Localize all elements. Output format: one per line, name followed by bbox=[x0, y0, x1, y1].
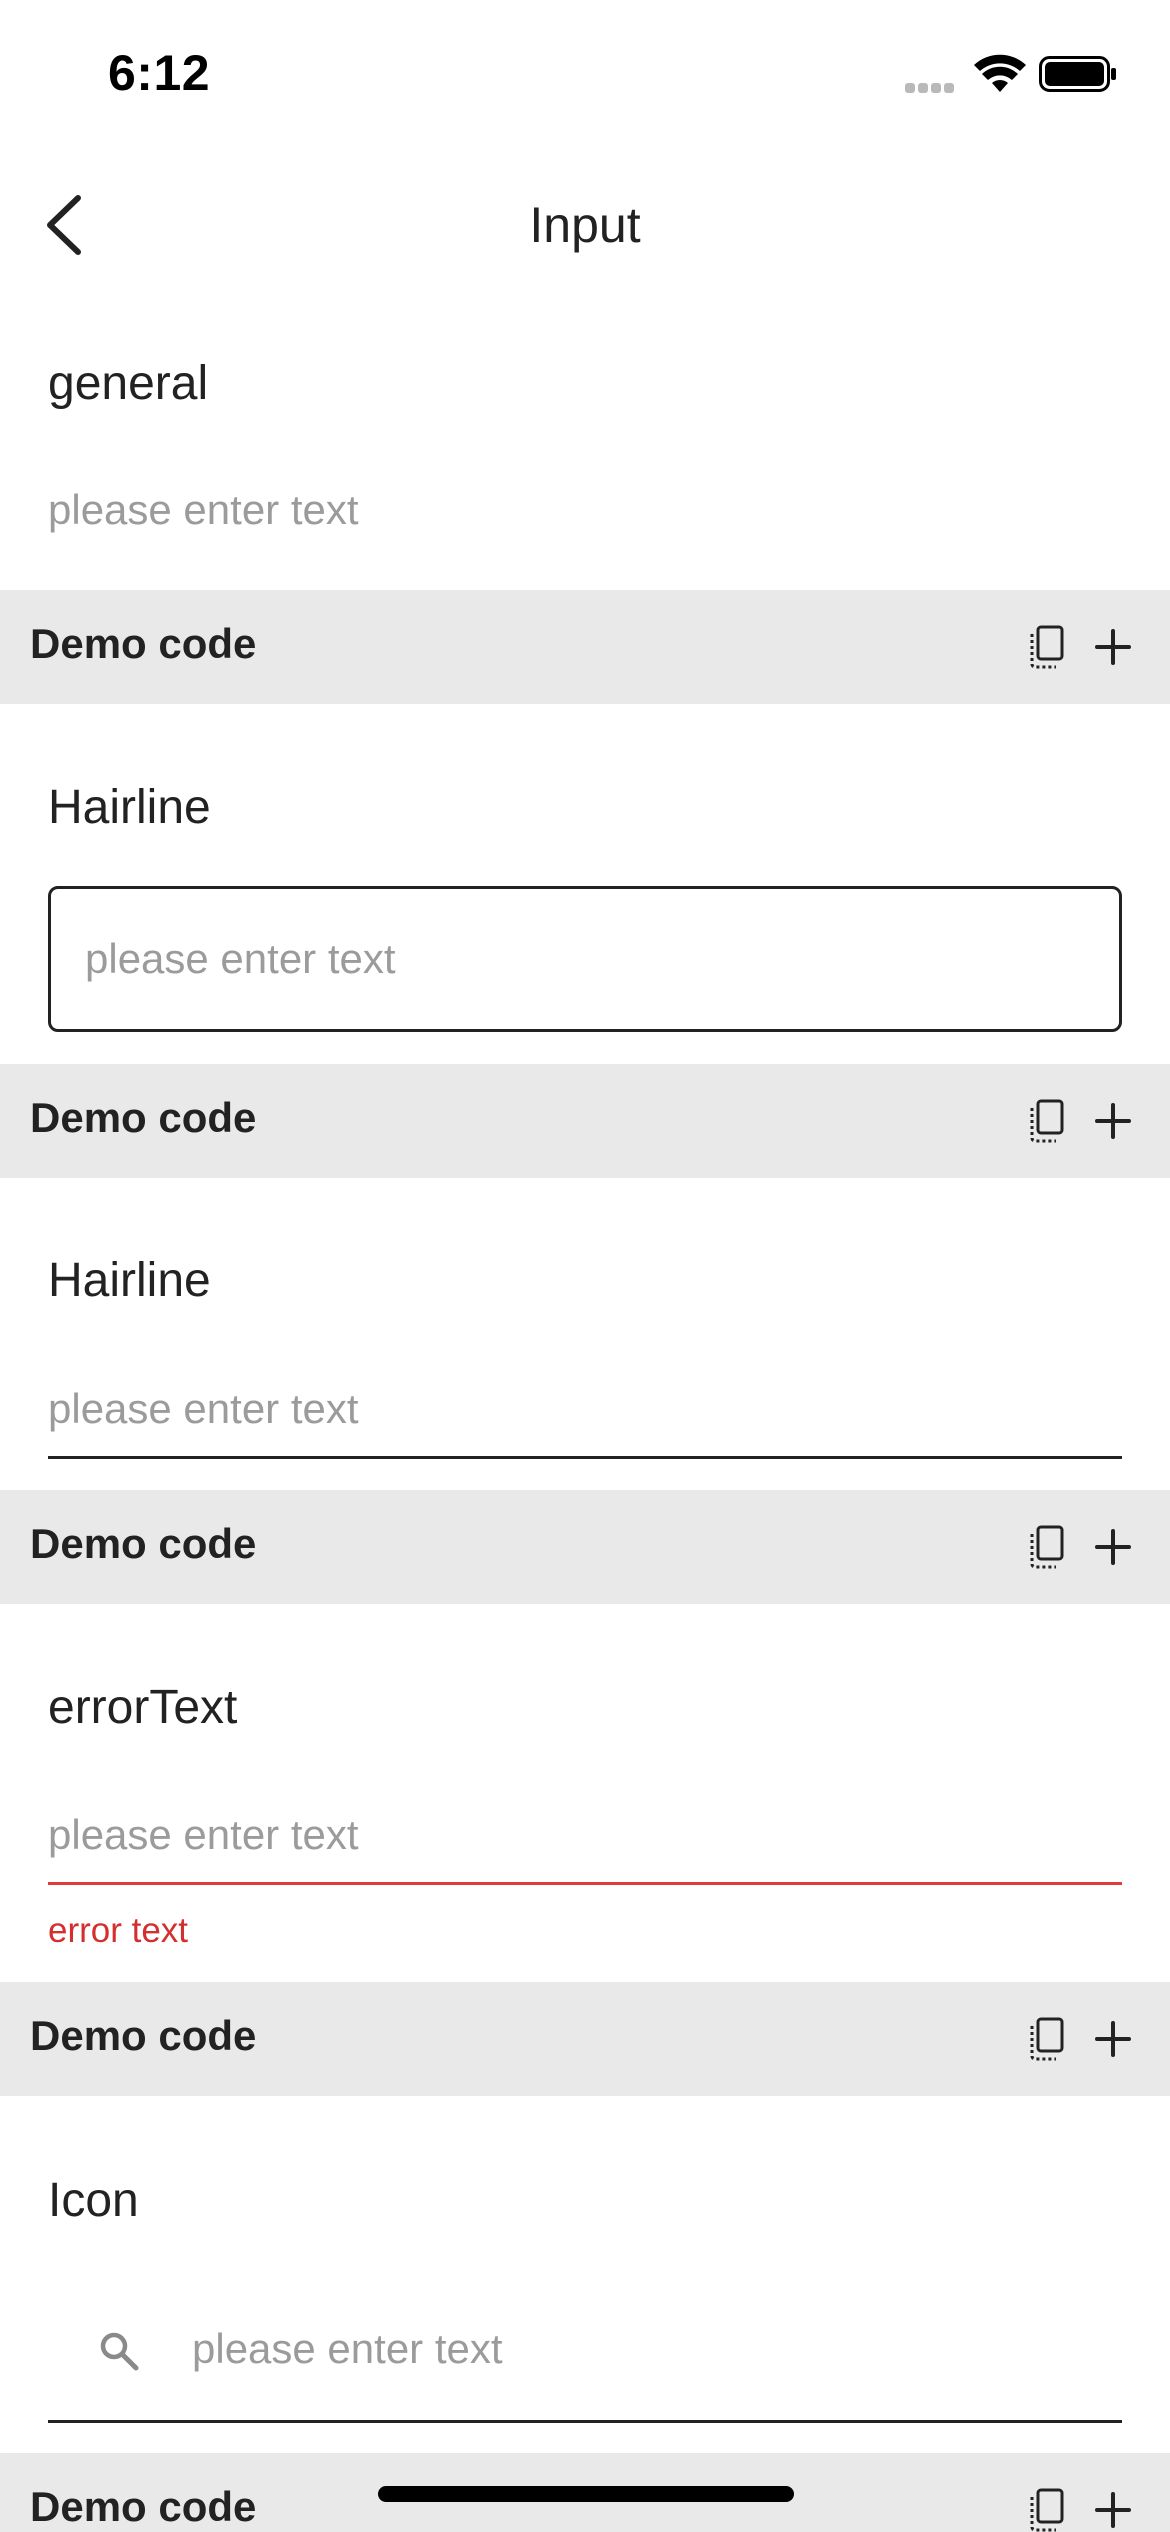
copy-icon[interactable] bbox=[1028, 2016, 1066, 2062]
demo-code-label: Demo code bbox=[30, 1094, 257, 1141]
plus-icon[interactable] bbox=[1094, 2020, 1132, 2058]
demo-code-label: Demo code bbox=[30, 1520, 257, 1567]
hairline-boxed-placeholder: please enter text bbox=[85, 935, 396, 982]
demo-code-bar[interactable]: Demo code bbox=[0, 1064, 1170, 1178]
home-indicator bbox=[378, 2486, 794, 2502]
section-title-hairline-underline: Hairline bbox=[48, 1254, 211, 1307]
demo-code-bar[interactable]: Demo code bbox=[0, 1490, 1170, 1604]
copy-icon[interactable] bbox=[1028, 1524, 1066, 1570]
cellular-signal-icon bbox=[905, 80, 961, 93]
error-input[interactable]: please enter text bbox=[48, 1811, 359, 1859]
demo-code-label: Demo code bbox=[30, 2012, 257, 2059]
status-time: 6:12 bbox=[108, 45, 211, 101]
plus-icon[interactable] bbox=[1094, 628, 1132, 666]
battery-icon bbox=[1039, 56, 1116, 92]
wifi-icon bbox=[974, 54, 1026, 92]
demo-code-label: Demo code bbox=[30, 620, 257, 667]
section-title-icon: Icon bbox=[48, 2174, 139, 2227]
section-title-hairline-boxed: Hairline bbox=[48, 781, 211, 834]
copy-icon[interactable] bbox=[1028, 624, 1066, 670]
hairline-boxed-input[interactable]: please enter text bbox=[48, 886, 1122, 1032]
icon-input[interactable]: please enter text bbox=[192, 2325, 503, 2373]
status-bar: 6:12 bbox=[0, 0, 1170, 140]
copy-icon[interactable] bbox=[1028, 1098, 1066, 1144]
input-underline-error bbox=[48, 1882, 1122, 1885]
plus-icon[interactable] bbox=[1094, 1102, 1132, 1140]
page-title: Input bbox=[529, 197, 641, 253]
navigation-bar: Input bbox=[0, 170, 1170, 280]
plus-icon[interactable] bbox=[1094, 1528, 1132, 1566]
input-underline bbox=[48, 1456, 1122, 1459]
search-icon bbox=[100, 2332, 139, 2371]
demo-code-label: Demo code bbox=[30, 2483, 257, 2530]
section-title-error-text: errorText bbox=[48, 1681, 238, 1734]
plus-icon[interactable] bbox=[1094, 2491, 1132, 2529]
demo-code-bar[interactable]: Demo code bbox=[0, 1982, 1170, 2096]
input-underline bbox=[48, 2420, 1122, 2423]
error-message: error text bbox=[48, 1911, 189, 1950]
section-title-general: general bbox=[48, 357, 209, 410]
general-input[interactable]: please enter text bbox=[48, 486, 359, 534]
demo-code-bar[interactable]: Demo code bbox=[0, 590, 1170, 704]
copy-icon[interactable] bbox=[1028, 2487, 1066, 2532]
hairline-underline-input[interactable]: please enter text bbox=[48, 1385, 359, 1433]
